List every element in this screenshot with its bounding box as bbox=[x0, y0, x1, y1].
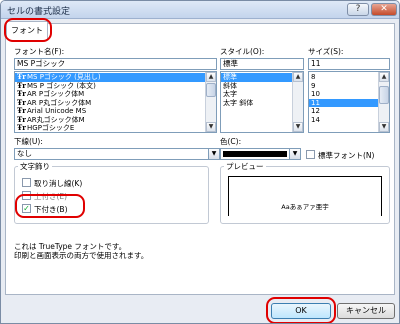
title-bar[interactable]: セルの書式設定 ? ✕ bbox=[1, 1, 399, 19]
underline-dropdown-arrow-icon[interactable]: ▼ bbox=[208, 148, 220, 160]
list-item[interactable]: ŦrMS P ゴシック (本文) bbox=[15, 81, 205, 91]
scroll-down-arrow-icon[interactable]: ▼ bbox=[379, 122, 389, 132]
style-label: スタイル(O): bbox=[220, 47, 265, 56]
list-item[interactable]: ŦrArial Unicode MS bbox=[15, 106, 205, 116]
color-dropdown-arrow-icon[interactable]: ▼ bbox=[289, 148, 301, 160]
strikethrough-checkbox[interactable] bbox=[22, 178, 31, 187]
preview-sample-text: Aaあぁアァ亜宇 bbox=[281, 203, 329, 211]
list-item[interactable]: ŦrAR丸ゴシック体M bbox=[15, 115, 205, 125]
font-name-input[interactable]: MS Pゴシック bbox=[14, 58, 217, 70]
list-item[interactable]: 太字 bbox=[221, 90, 292, 99]
subscript-label: 下付き(B) bbox=[34, 205, 68, 214]
truetype-info-line-2: 印刷と画面表示の両方で使用されます。 bbox=[14, 251, 149, 260]
superscript-checkbox[interactable] bbox=[22, 191, 31, 200]
scroll-down-arrow-icon[interactable]: ▼ bbox=[293, 122, 303, 132]
list-item[interactable]: ŦrAR P丸ゴシック体M bbox=[15, 98, 205, 108]
list-item[interactable]: 10 bbox=[309, 90, 378, 99]
color-label: 色(C): bbox=[220, 137, 242, 146]
truetype-icon: Ŧr bbox=[17, 123, 26, 132]
list-item[interactable]: 12 bbox=[309, 107, 378, 116]
list-item[interactable]: ŦrHGPゴシックE bbox=[15, 123, 205, 132]
list-item[interactable]: 標準 bbox=[221, 73, 292, 82]
underline-select[interactable]: なし bbox=[14, 148, 209, 160]
preview-group-title: プレビュー bbox=[224, 161, 266, 172]
subscript-checkbox[interactable]: ✓ bbox=[22, 204, 31, 213]
style-list[interactable]: 標準 斜体 太字 太字 斜体 ▲ ▼ bbox=[220, 71, 304, 133]
format-cells-dialog: セルの書式設定 ? ✕ フォント フォント名(F): MS Pゴシック ŦrMS… bbox=[0, 0, 400, 324]
scroll-down-arrow-icon[interactable]: ▼ bbox=[206, 122, 216, 132]
font-list-scrollbar[interactable]: ▲ ▼ bbox=[205, 72, 216, 132]
font-name-list[interactable]: ŦrMS Pゴシック (見出し) ŦrMS P ゴシック (本文) ŦrAR P… bbox=[14, 71, 217, 133]
color-select[interactable] bbox=[220, 148, 290, 160]
ok-button[interactable]: OK bbox=[271, 303, 331, 319]
list-item[interactable]: 9 bbox=[309, 82, 378, 91]
list-item[interactable]: 14 bbox=[309, 116, 378, 125]
list-item[interactable]: ŦrAR Pゴシック体M bbox=[15, 89, 205, 99]
font-name-label: フォント名(F): bbox=[14, 47, 65, 56]
tab-font[interactable]: フォント bbox=[6, 21, 48, 39]
style-list-scrollbar[interactable]: ▲ ▼ bbox=[292, 72, 303, 132]
list-item[interactable]: ŦrMS Pゴシック (見出し) bbox=[15, 72, 205, 82]
list-item[interactable]: 斜体 bbox=[221, 82, 292, 91]
list-item[interactable]: 8 bbox=[309, 73, 378, 82]
scroll-up-arrow-icon[interactable]: ▲ bbox=[206, 72, 216, 82]
preview-box: Aaあぁアァ亜宇 bbox=[228, 176, 382, 216]
color-swatch bbox=[223, 151, 287, 157]
cancel-button[interactable]: キャンセル bbox=[337, 303, 395, 319]
scroll-thumb[interactable] bbox=[379, 86, 389, 104]
normal-font-label: 標準フォント(N) bbox=[318, 151, 375, 160]
size-input[interactable]: 11 bbox=[308, 58, 390, 70]
scroll-up-arrow-icon[interactable]: ▲ bbox=[293, 72, 303, 82]
size-label: サイズ(S): bbox=[308, 47, 344, 56]
underline-label: 下線(U): bbox=[14, 137, 43, 146]
effects-group-title: 文字飾り bbox=[18, 161, 52, 172]
size-list[interactable]: 8 9 10 11 12 14 ▲ ▼ bbox=[308, 71, 390, 133]
close-button[interactable]: ✕ bbox=[371, 3, 397, 16]
list-item[interactable]: 太字 斜体 bbox=[221, 99, 292, 108]
window-title: セルの書式設定 bbox=[7, 7, 71, 17]
list-item[interactable]: 11 bbox=[309, 98, 378, 107]
scroll-thumb[interactable] bbox=[206, 83, 216, 97]
size-list-scrollbar[interactable]: ▲ ▼ bbox=[378, 72, 389, 132]
normal-font-checkbox[interactable] bbox=[306, 150, 315, 159]
strikethrough-label: 取り消し線(K) bbox=[34, 179, 83, 188]
font-tab-panel: フォント名(F): MS Pゴシック ŦrMS Pゴシック (見出し) ŦrMS… bbox=[5, 23, 395, 295]
scroll-up-arrow-icon[interactable]: ▲ bbox=[379, 72, 389, 82]
help-button[interactable]: ? bbox=[347, 3, 369, 16]
superscript-label: 上付き(E) bbox=[34, 192, 68, 201]
style-input[interactable]: 標準 bbox=[220, 58, 304, 70]
